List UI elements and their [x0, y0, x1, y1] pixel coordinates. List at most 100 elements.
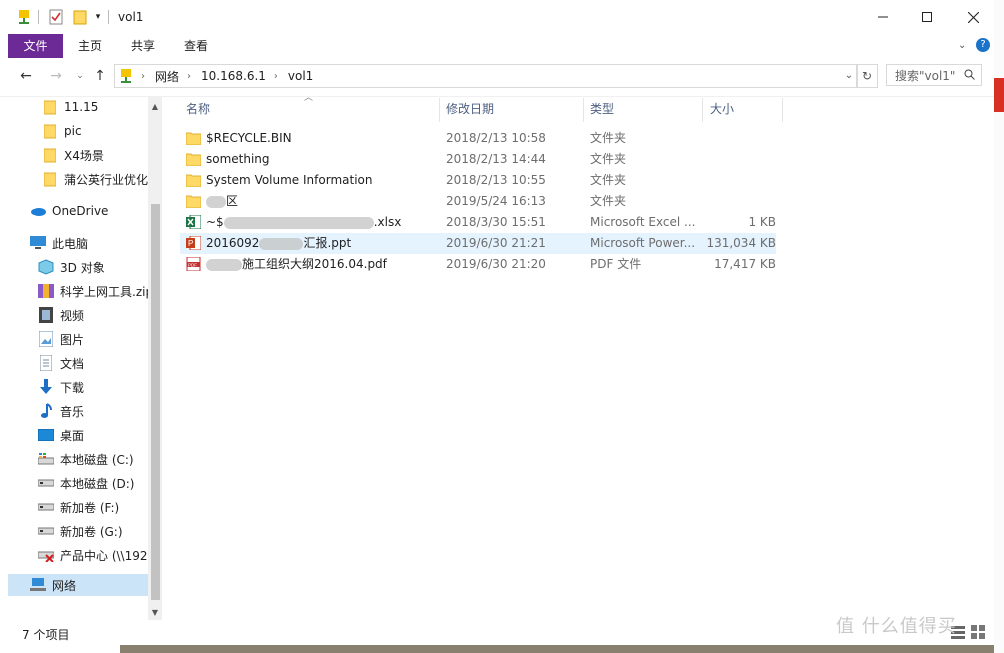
nav-item-onedrive[interactable]: OneDrive	[30, 200, 108, 222]
back-arrow-icon[interactable]: ←	[16, 66, 36, 86]
drive-icon	[38, 475, 54, 491]
nav-item-music[interactable]: 音乐	[38, 400, 84, 422]
navigation-pane-scrollbar[interactable]: ▲ ▼	[148, 96, 162, 620]
video-icon	[38, 307, 54, 323]
nav-item-this-pc[interactable]: 此电脑	[30, 232, 88, 254]
column-header-name[interactable]: 名称	[186, 96, 210, 122]
item-count: 7 个项目	[22, 628, 70, 642]
breadcrumb-host[interactable]: 10.168.6.1	[201, 69, 266, 83]
minimize-button[interactable]	[860, 0, 906, 34]
scroll-up-arrow-icon[interactable]: ▲	[148, 98, 162, 114]
scrollbar-thumb[interactable]	[151, 204, 160, 600]
file-row[interactable]: PDF 施工组织大纲2016.04.pdf 2019/6/30 21:20 PD…	[180, 254, 776, 275]
nav-item-label: 新加卷 (G:)	[60, 524, 123, 539]
explorer-window: ▾ vol1 文件 主页 共享 查看 ⌄ ? ← → ⌄ ↑ › 网络 › 10…	[0, 0, 995, 645]
nav-item-product-center[interactable]: 产品中心 (\\192	[38, 544, 148, 566]
column-header-date[interactable]: 修改日期	[446, 96, 494, 122]
file-list: ︿ 名称 修改日期 类型 大小 $RECYCLE.BIN 2018/2/13 1…	[176, 93, 786, 620]
properties-icon[interactable]	[48, 8, 64, 26]
file-row[interactable]: $RECYCLE.BIN 2018/2/13 10:58 文件夹	[180, 128, 776, 149]
file-size	[700, 149, 776, 170]
tab-share[interactable]: 共享	[117, 34, 169, 58]
tab-file[interactable]: 文件	[8, 34, 63, 58]
column-separator[interactable]	[583, 98, 584, 122]
nav-item-drive-c[interactable]: 本地磁盘 (C:)	[38, 448, 134, 470]
file-type: 文件夹	[590, 152, 627, 166]
file-type: PDF 文件	[590, 257, 642, 271]
nav-item-label: 桌面	[60, 428, 85, 443]
folder-icon	[186, 195, 201, 208]
expand-ribbon-chevron-icon[interactable]: ⌄	[958, 40, 966, 51]
powerpoint-icon: P	[186, 236, 201, 250]
nav-item-drive-f[interactable]: 新加卷 (F:)	[38, 496, 119, 518]
background-photo-strip	[120, 645, 994, 653]
recent-locations-chevron-icon[interactable]: ⌄	[70, 66, 90, 86]
file-row[interactable]: System Volume Information 2018/2/13 10:5…	[180, 170, 776, 191]
large-icons-view-icon[interactable]	[970, 624, 986, 640]
background-accent	[994, 78, 1004, 112]
file-row[interactable]: 区 2019/5/24 16:13 文件夹	[180, 191, 776, 212]
nav-item-documents[interactable]: 文档	[38, 352, 84, 374]
pictures-icon	[38, 331, 54, 347]
nav-item-3d-objects[interactable]: 3D 对象	[38, 256, 105, 278]
breadcrumb-chevron-icon[interactable]: ›	[187, 71, 191, 82]
column-header-type[interactable]: 类型	[590, 96, 614, 122]
navigation-bar: ← → ⌄ ↑ › 网络 › 10.168.6.1 › vol1 ⌄ ↻ 搜索"…	[0, 58, 994, 97]
folder-icon	[42, 147, 58, 163]
title-separator	[38, 10, 39, 24]
up-arrow-icon[interactable]: ↑	[90, 66, 110, 86]
address-bar[interactable]: › 网络 › 10.168.6.1 › vol1	[114, 64, 858, 88]
file-size: 1 KB	[748, 215, 776, 229]
nav-item-videos[interactable]: 视频	[38, 304, 84, 326]
redaction-blur	[206, 258, 242, 271]
nav-item-drive-d[interactable]: 本地磁盘 (D:)	[38, 472, 134, 494]
breadcrumb-network[interactable]: 网络	[155, 68, 179, 85]
tab-home[interactable]: 主页	[64, 34, 116, 58]
nav-item-pic[interactable]: pic	[42, 120, 82, 142]
nav-item-network[interactable]: 网络	[8, 574, 148, 596]
maximize-button[interactable]	[904, 0, 950, 34]
nav-item-pictures[interactable]: 图片	[38, 328, 84, 350]
close-button[interactable]	[950, 0, 996, 34]
forward-arrow-icon[interactable]: →	[46, 66, 66, 86]
title-separator-2	[108, 10, 109, 24]
desktop-icon	[38, 427, 54, 443]
file-name-visible: 施工组织大纲2016.04.pdf	[242, 257, 387, 271]
tab-view[interactable]: 查看	[170, 34, 222, 58]
scroll-down-arrow-icon[interactable]: ▼	[148, 604, 162, 620]
drive-icon	[38, 499, 54, 515]
column-separator[interactable]	[702, 98, 703, 122]
breadcrumb-vol1[interactable]: vol1	[288, 69, 313, 83]
nav-item-label: X4场景	[64, 148, 104, 163]
column-header-size[interactable]: 大小	[710, 96, 734, 122]
nav-item-downloads[interactable]: 下载	[38, 376, 84, 398]
onedrive-icon	[30, 203, 46, 219]
search-input[interactable]: 搜索"vol1"	[886, 64, 982, 86]
nav-item-zip[interactable]: 科学上网工具.zip	[38, 280, 148, 302]
help-icon[interactable]: ?	[976, 38, 990, 52]
nav-item-11-15[interactable]: 11.15	[42, 96, 98, 118]
file-type: Microsoft Power...	[590, 236, 696, 250]
new-folder-icon[interactable]	[72, 8, 88, 26]
breadcrumb-chevron-icon[interactable]: ›	[274, 71, 278, 82]
column-separator[interactable]	[782, 98, 783, 122]
file-row[interactable]: ~$ .xlsx 2018/3/30 15:51 Microsoft Excel …	[180, 212, 776, 233]
folder-icon	[42, 171, 58, 187]
redaction-blur	[259, 237, 304, 250]
customize-toolbar-chevron-icon[interactable]: ▾	[92, 8, 104, 26]
folder-icon	[186, 132, 201, 145]
excel-icon	[186, 215, 201, 229]
breadcrumb-chevron-icon[interactable]: ›	[141, 71, 145, 82]
nav-item-label: OneDrive	[52, 204, 109, 218]
nav-item-drive-g[interactable]: 新加卷 (G:)	[38, 520, 123, 542]
folder-icon	[186, 153, 201, 166]
column-separator[interactable]	[439, 98, 440, 122]
file-row[interactable]: something 2018/2/13 14:44 文件夹	[180, 149, 776, 170]
nav-item-label: 蒲公英行业优化	[64, 172, 148, 187]
file-row-selected[interactable]: P 2016092 汇报.ppt 2019/6/30 21:21 Microsof…	[180, 233, 776, 254]
nav-item-desktop[interactable]: 桌面	[38, 424, 84, 446]
nav-item-x4[interactable]: X4场景	[42, 144, 104, 166]
nav-item-dandelion[interactable]: 蒲公英行业优化	[42, 168, 148, 190]
refresh-icon[interactable]: ↻	[856, 64, 878, 88]
file-size	[700, 170, 776, 191]
